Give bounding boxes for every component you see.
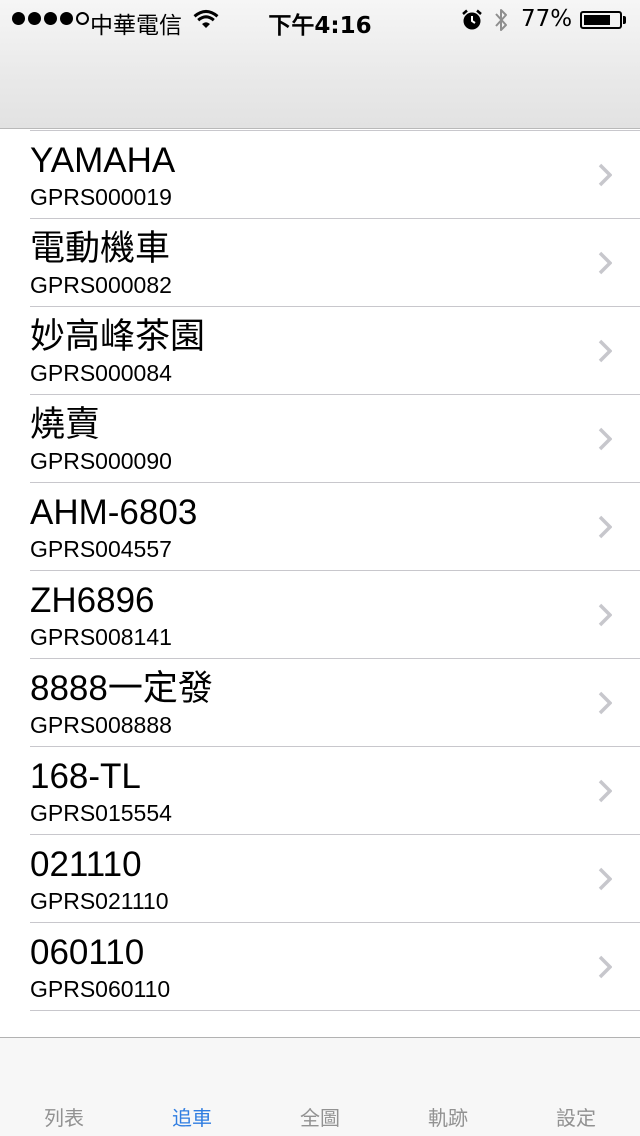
list-item[interactable]: 021110 GPRS021110 <box>0 835 640 923</box>
tab-label: 軌跡 <box>428 1106 468 1130</box>
chevron-right-icon <box>598 955 612 979</box>
alarm-clock-icon <box>462 9 482 30</box>
tab-3[interactable]: 軌跡 <box>384 1038 512 1136</box>
tab-label: 全圖 <box>300 1106 340 1130</box>
bluetooth-icon <box>495 9 507 31</box>
device-id: GPRS008888 <box>30 712 172 738</box>
chevron-right-icon <box>598 251 612 275</box>
tab-0[interactable]: 列表 <box>0 1038 128 1136</box>
vehicle-name: 060110 <box>30 933 145 972</box>
device-id: GPRS015554 <box>30 800 172 826</box>
vehicle-name: 021110 <box>30 845 142 884</box>
tab-1[interactable]: 追車 <box>128 1038 256 1136</box>
chevron-right-icon <box>598 163 612 187</box>
battery-level-fill <box>584 15 611 25</box>
vehicle-name: YAMAHA <box>30 141 176 180</box>
device-id: GPRS008141 <box>30 624 172 650</box>
tab-label: 列表 <box>44 1106 84 1130</box>
vehicle-name: 燒賣 <box>30 405 101 444</box>
tab-4[interactable]: 設定 <box>512 1038 640 1136</box>
list-item[interactable]: 電動機車 GPRS000082 <box>0 219 640 307</box>
device-id: GPRS000019 <box>30 184 172 210</box>
list-item[interactable]: YAMAHA GPRS000019 <box>0 131 640 219</box>
battery-icon <box>580 11 622 29</box>
tab-2[interactable]: 全圖 <box>256 1038 384 1136</box>
list-item[interactable]: AHM-6803 GPRS004557 <box>0 483 640 571</box>
vehicle-name: AHM-6803 <box>30 493 198 532</box>
tab-label: 設定 <box>556 1106 596 1130</box>
battery-tip <box>623 16 626 24</box>
chevron-right-icon <box>598 691 612 715</box>
device-id: GPRS004557 <box>30 536 172 562</box>
list-item[interactable]: 妙高峰茶園 GPRS000084 <box>0 307 640 395</box>
tab-bar: 列表 追車 全圖 軌跡 設定 <box>0 1037 640 1136</box>
device-id: GPRS060110 <box>30 976 171 1002</box>
status-bar: 中華電信 下午4:16 77% <box>0 0 640 40</box>
list-item[interactable]: ZH6896 GPRS008141 <box>0 571 640 659</box>
list-item[interactable]: 燒賣 GPRS000090 <box>0 395 640 483</box>
device-id: GPRS000084 <box>30 360 172 386</box>
navigation-bar: 中華電信 下午4:16 77% <box>0 0 640 129</box>
vehicle-list[interactable]: GPRS000017YAMAHAGPRS000019電動機車GPRS000082… <box>0 129 640 1037</box>
chevron-right-icon <box>598 603 612 627</box>
list-item[interactable]: 168-TL GPRS015554 <box>0 747 640 835</box>
vehicle-name: ZH6896 <box>30 581 155 620</box>
device-id: GPRS000082 <box>30 272 172 298</box>
battery-percent: 77% <box>521 6 573 32</box>
tab-label: 追車 <box>172 1106 212 1130</box>
device-id: GPRS000090 <box>30 448 172 474</box>
chevron-right-icon <box>598 515 612 539</box>
list-item[interactable]: 060110 GPRS060110 <box>0 923 640 1011</box>
vehicle-name: 電動機車 <box>30 229 171 268</box>
vehicle-name: 8888一定發 <box>30 669 213 708</box>
vehicle-name: 妙高峰茶園 <box>30 317 206 356</box>
device-id: GPRS021110 <box>30 888 169 914</box>
screen: 中華電信 下午4:16 77% GPRS000017YA <box>0 0 640 1136</box>
list-item[interactable]: 8888一定發 GPRS008888 <box>0 659 640 747</box>
chevron-right-icon <box>598 867 612 891</box>
chevron-right-icon <box>598 427 612 451</box>
vehicle-list-content: GPRS000017YAMAHAGPRS000019電動機車GPRS000082… <box>0 129 640 1011</box>
vehicle-name: 168-TL <box>30 757 141 796</box>
chevron-right-icon <box>598 339 612 363</box>
chevron-right-icon <box>598 779 612 803</box>
